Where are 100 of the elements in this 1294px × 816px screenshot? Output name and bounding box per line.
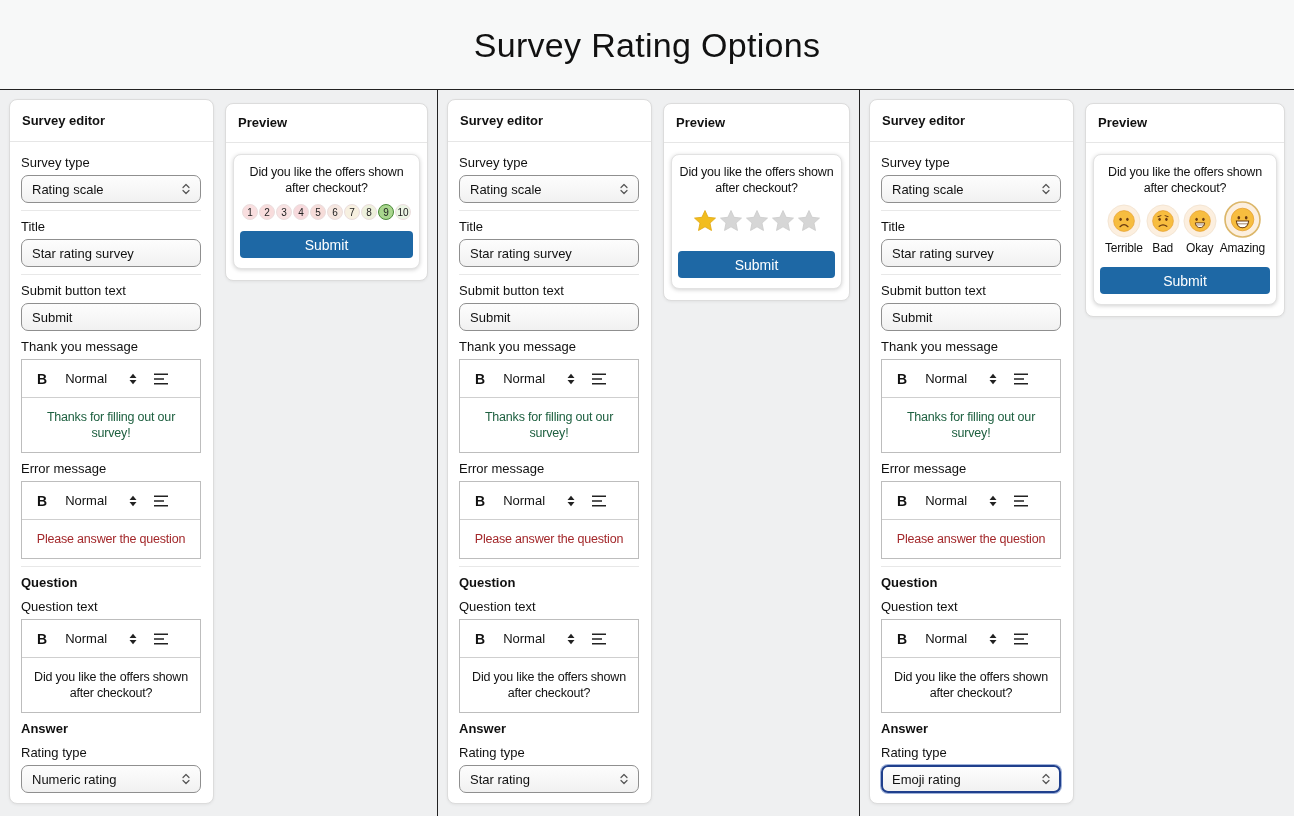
rating-number-button[interactable]: 2 bbox=[259, 204, 275, 220]
editor-text-area[interactable]: Please answer the question bbox=[882, 520, 1060, 558]
rating-number-button[interactable]: 7 bbox=[344, 204, 360, 220]
field-label: Submit button text bbox=[21, 283, 127, 299]
bold-button[interactable]: B bbox=[473, 630, 488, 647]
dropdown-select[interactable]: Rating scale bbox=[21, 175, 201, 203]
text-style-dropdown[interactable]: Normal bbox=[503, 371, 576, 386]
text-input[interactable]: Submit bbox=[459, 303, 639, 331]
sort-arrows-icon bbox=[567, 494, 576, 507]
align-button[interactable] bbox=[592, 632, 607, 645]
emoji-option[interactable]: Amazing bbox=[1219, 201, 1265, 255]
section-heading: Answer bbox=[21, 721, 69, 737]
text-input[interactable]: Submit bbox=[881, 303, 1061, 331]
field-label: Title bbox=[21, 219, 47, 235]
field-label: Title bbox=[459, 219, 485, 235]
align-button[interactable] bbox=[1014, 632, 1029, 645]
editor-text-area[interactable]: Did you like the offers shown after checkout? bbox=[882, 658, 1060, 712]
field-label: Question text bbox=[459, 599, 537, 615]
emoji-option[interactable]: Terrible bbox=[1104, 204, 1143, 255]
bold-button[interactable]: B bbox=[895, 492, 910, 509]
bold-button[interactable]: B bbox=[35, 492, 50, 509]
align-button[interactable] bbox=[154, 632, 169, 645]
align-left-icon bbox=[592, 632, 607, 645]
field-label: Error message bbox=[459, 461, 546, 477]
editor-text-area[interactable]: Please answer the question bbox=[22, 520, 200, 558]
text-style-dropdown[interactable]: Normal bbox=[925, 631, 998, 646]
align-button[interactable] bbox=[154, 372, 169, 385]
rating-number-button[interactable]: 4 bbox=[293, 204, 309, 220]
editor-text-area[interactable]: Did you like the offers shown after checkout? bbox=[460, 658, 638, 712]
align-button[interactable] bbox=[154, 494, 169, 507]
text-style-dropdown[interactable]: Normal bbox=[503, 631, 576, 646]
star-icon[interactable] bbox=[770, 209, 795, 233]
editor-text-area[interactable]: Thanks for filling out our survey! bbox=[460, 398, 638, 452]
sort-arrows-icon bbox=[129, 494, 138, 507]
align-button[interactable] bbox=[592, 494, 607, 507]
panel-title: Survey editor bbox=[22, 112, 106, 129]
section-heading: Question bbox=[459, 575, 517, 591]
rating-number-button[interactable]: 8 bbox=[361, 204, 377, 220]
dropdown-select[interactable]: Numeric rating bbox=[21, 765, 201, 793]
align-button[interactable] bbox=[592, 372, 607, 385]
star-icon[interactable] bbox=[744, 209, 769, 233]
rating-number-button[interactable]: 9 bbox=[378, 204, 394, 220]
bold-button[interactable]: B bbox=[473, 370, 488, 387]
bold-button[interactable]: B bbox=[35, 630, 50, 647]
star-icon[interactable] bbox=[718, 209, 743, 233]
sort-arrows-icon bbox=[567, 372, 576, 385]
rating-number-button[interactable]: 3 bbox=[276, 204, 292, 220]
emoji-option[interactable]: Okay bbox=[1182, 204, 1217, 255]
dropdown-select[interactable]: Rating scale bbox=[881, 175, 1061, 203]
rating-number-button[interactable]: 10 bbox=[395, 204, 411, 220]
field-label: Title bbox=[881, 219, 907, 235]
text-input[interactable]: Star rating survey bbox=[21, 239, 201, 267]
chevron-updown-icon bbox=[182, 183, 190, 195]
submit-button[interactable]: Submit bbox=[1100, 267, 1270, 294]
bold-button[interactable]: B bbox=[473, 492, 488, 509]
field-label: Survey type bbox=[21, 155, 91, 171]
panel-title: Preview bbox=[676, 115, 726, 131]
chevron-updown-icon bbox=[182, 773, 190, 785]
emoji-option[interactable]: Bad bbox=[1145, 204, 1180, 255]
submit-button[interactable]: Submit bbox=[678, 251, 835, 278]
sad-face-icon bbox=[1145, 204, 1180, 238]
field-label: Rating type bbox=[881, 745, 948, 761]
editor-text-area[interactable]: Please answer the question bbox=[460, 520, 638, 558]
rating-number-button[interactable]: 5 bbox=[310, 204, 326, 220]
submit-button[interactable]: Submit bbox=[240, 231, 413, 258]
panel-title: Preview bbox=[238, 115, 288, 131]
chevron-updown-icon bbox=[620, 773, 628, 785]
align-button[interactable] bbox=[1014, 494, 1029, 507]
text-input[interactable]: Submit bbox=[21, 303, 201, 331]
bold-button[interactable]: B bbox=[35, 370, 50, 387]
editor-text-area[interactable]: Thanks for filling out our survey! bbox=[22, 398, 200, 452]
field-label: Thank you message bbox=[881, 339, 1000, 355]
star-icon[interactable] bbox=[692, 209, 717, 233]
text-input[interactable]: Star rating survey bbox=[459, 239, 639, 267]
align-button[interactable] bbox=[1014, 372, 1029, 385]
rating-number-button[interactable]: 1 bbox=[242, 204, 258, 220]
editor-text-area[interactable]: Thanks for filling out our survey! bbox=[882, 398, 1060, 452]
text-style-dropdown[interactable]: Normal bbox=[503, 493, 576, 508]
bold-button[interactable]: B bbox=[895, 630, 910, 647]
dropdown-select[interactable]: Rating scale bbox=[459, 175, 639, 203]
align-left-icon bbox=[1014, 632, 1029, 645]
text-style-dropdown[interactable]: Normal bbox=[925, 493, 998, 508]
star-icon[interactable] bbox=[796, 209, 821, 233]
text-style-dropdown[interactable]: Normal bbox=[65, 371, 138, 386]
dropdown-select[interactable]: Emoji rating bbox=[881, 765, 1061, 793]
section-heading: Answer bbox=[881, 721, 929, 737]
text-style-dropdown[interactable]: Normal bbox=[65, 493, 138, 508]
question-text: Did you like the offers shown after checkout? bbox=[248, 164, 405, 196]
editor-text-area[interactable]: Did you like the offers shown after checkout? bbox=[22, 658, 200, 712]
dropdown-select[interactable]: Star rating bbox=[459, 765, 639, 793]
field-label: Question text bbox=[881, 599, 959, 615]
align-left-icon bbox=[1014, 372, 1029, 385]
align-left-icon bbox=[1014, 494, 1029, 507]
page-title: Survey Rating Options bbox=[473, 24, 821, 65]
rating-number-button[interactable]: 6 bbox=[327, 204, 343, 220]
bold-button[interactable]: B bbox=[895, 370, 910, 387]
text-style-dropdown[interactable]: Normal bbox=[925, 371, 998, 386]
align-left-icon bbox=[154, 632, 169, 645]
text-style-dropdown[interactable]: Normal bbox=[65, 631, 138, 646]
text-input[interactable]: Star rating survey bbox=[881, 239, 1061, 267]
